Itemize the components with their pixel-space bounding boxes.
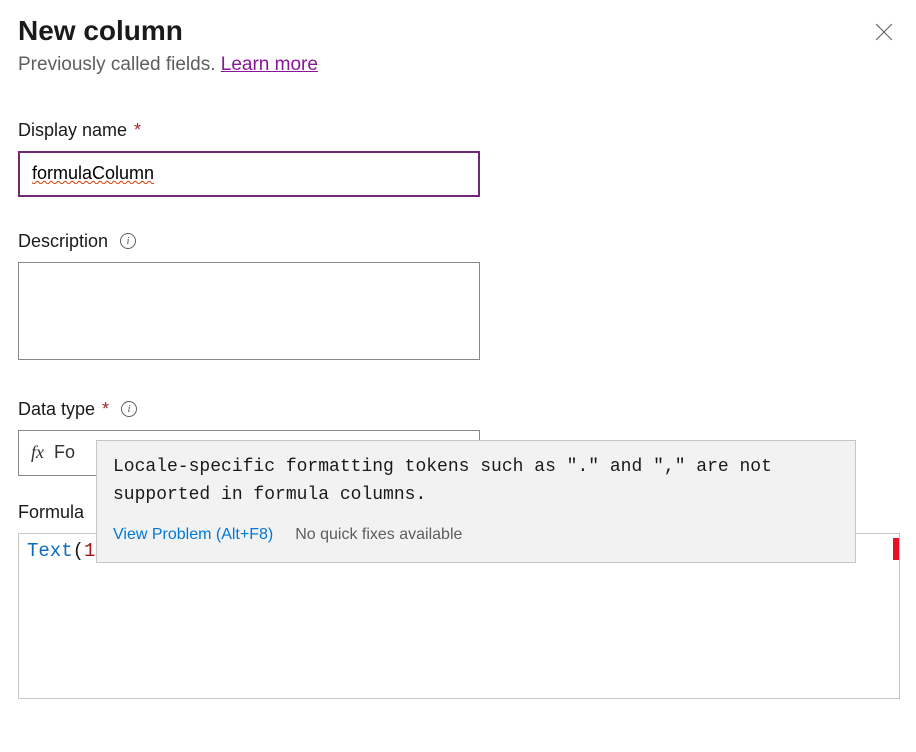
formula-token-number: 1	[84, 540, 95, 562]
subtitle-text: Previously called fields.	[18, 54, 221, 75]
error-scroll-marker	[893, 538, 899, 560]
fx-icon: fx	[31, 442, 44, 463]
learn-more-link[interactable]: Learn more	[221, 54, 318, 75]
info-icon[interactable]: i	[120, 233, 136, 249]
error-tooltip: Locale-specific formatting tokens such a…	[96, 440, 856, 563]
data-type-value: Fo	[54, 442, 75, 463]
description-section: Description i	[18, 231, 898, 365]
info-icon[interactable]: i	[121, 401, 137, 417]
close-icon	[875, 23, 893, 41]
no-fix-text: No quick fixes available	[295, 522, 462, 548]
display-name-label: Display name *	[18, 120, 141, 141]
panel-subtitle: Previously called fields. Learn more	[18, 54, 898, 76]
view-problem-link[interactable]: View Problem (Alt+F8)	[113, 522, 273, 548]
formula-token-function: Text	[27, 540, 73, 562]
formula-token-paren: (	[73, 540, 84, 562]
required-marker: *	[97, 399, 109, 419]
panel-title: New column	[18, 14, 183, 48]
formula-label: Formula	[18, 502, 84, 523]
data-type-label: Data type *	[18, 399, 109, 420]
close-button[interactable]	[870, 18, 898, 46]
description-input[interactable]	[18, 262, 480, 360]
required-marker: *	[129, 120, 141, 140]
tooltip-message: Locale-specific formatting tokens such a…	[113, 453, 839, 511]
display-name-input[interactable]	[18, 151, 480, 197]
display-name-section: Display name *	[18, 120, 898, 197]
description-label: Description	[18, 231, 108, 252]
data-type-section: Data type * i fx Fo Locale-specific form…	[18, 399, 898, 476]
